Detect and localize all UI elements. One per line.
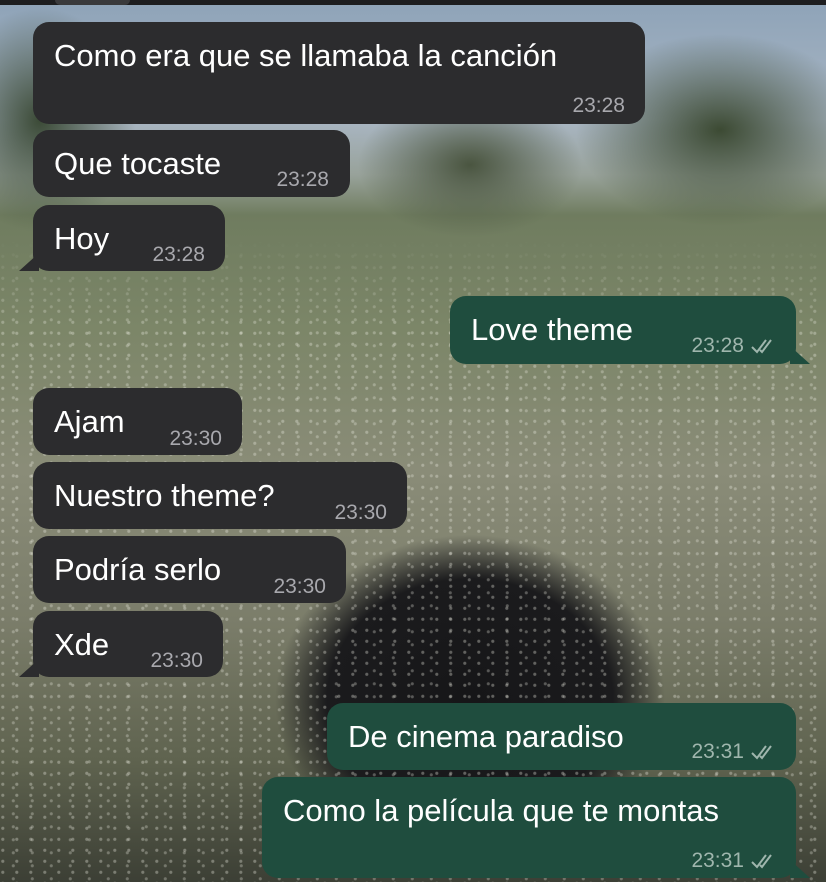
- message-text: Hoy: [54, 221, 110, 256]
- message-time: 23:30: [273, 575, 326, 598]
- message-text: Podría serlo: [54, 552, 222, 587]
- message-bubble-incoming[interactable]: Podría serlo 23:30: [33, 536, 346, 603]
- message-bubble-outgoing[interactable]: Love theme 23:28: [450, 296, 810, 364]
- message-text: Xde: [54, 627, 110, 662]
- message-meta: 23:30: [334, 495, 387, 531]
- message-text: Love theme: [471, 312, 633, 347]
- message-bubble-incoming[interactable]: Como era que se llamaba la canción 23:28: [33, 22, 645, 124]
- message-time: 23:30: [334, 501, 387, 524]
- message-time: 23:30: [169, 427, 222, 450]
- message-time: 23:28: [152, 243, 205, 266]
- message-meta: 23:30: [273, 569, 326, 605]
- message-time: 23:28: [691, 334, 744, 357]
- message-text: Ajam: [54, 404, 125, 439]
- double-check-icon: [751, 339, 772, 354]
- message-meta: 23:30: [169, 421, 222, 457]
- message-bubble-incoming[interactable]: Hoy 23:28: [19, 205, 225, 273]
- message-text: Como era que se llamaba la canción: [54, 38, 558, 73]
- double-check-icon: [751, 745, 772, 760]
- message-meta: 23:30: [150, 643, 203, 679]
- message-meta: 23:28: [572, 88, 625, 124]
- double-check-icon: [751, 854, 772, 869]
- message-time: 23:31: [691, 740, 744, 763]
- message-meta: 23:31: [691, 734, 778, 770]
- message-bubble-outgoing[interactable]: Como la película que te montas 23:31: [262, 777, 810, 879]
- message-text: Como la película que te montas: [283, 793, 719, 828]
- message-meta: 23:31: [691, 843, 778, 879]
- message-bubble-incoming[interactable]: Nuestro theme? 23:30: [33, 462, 407, 529]
- message-bubble-incoming[interactable]: Ajam 23:30: [33, 388, 242, 455]
- message-bubble-outgoing[interactable]: De cinema paradiso 23:31: [327, 703, 796, 770]
- message-bubble-incoming[interactable]: Xde 23:30: [19, 611, 223, 679]
- message-meta: 23:28: [691, 328, 778, 364]
- message-meta: 23:28: [152, 237, 205, 273]
- message-text: Que tocaste: [54, 146, 222, 181]
- message-meta: 23:28: [276, 162, 329, 198]
- message-time: 23:28: [276, 168, 329, 191]
- message-time: 23:30: [150, 649, 203, 672]
- message-time: 23:31: [691, 849, 744, 872]
- message-text: Nuestro theme?: [54, 478, 275, 513]
- top-bar-edge: [0, 0, 826, 5]
- message-time: 23:28: [572, 94, 625, 117]
- message-text: De cinema paradiso: [348, 719, 624, 754]
- message-bubble-incoming[interactable]: Que tocaste 23:28: [33, 130, 350, 197]
